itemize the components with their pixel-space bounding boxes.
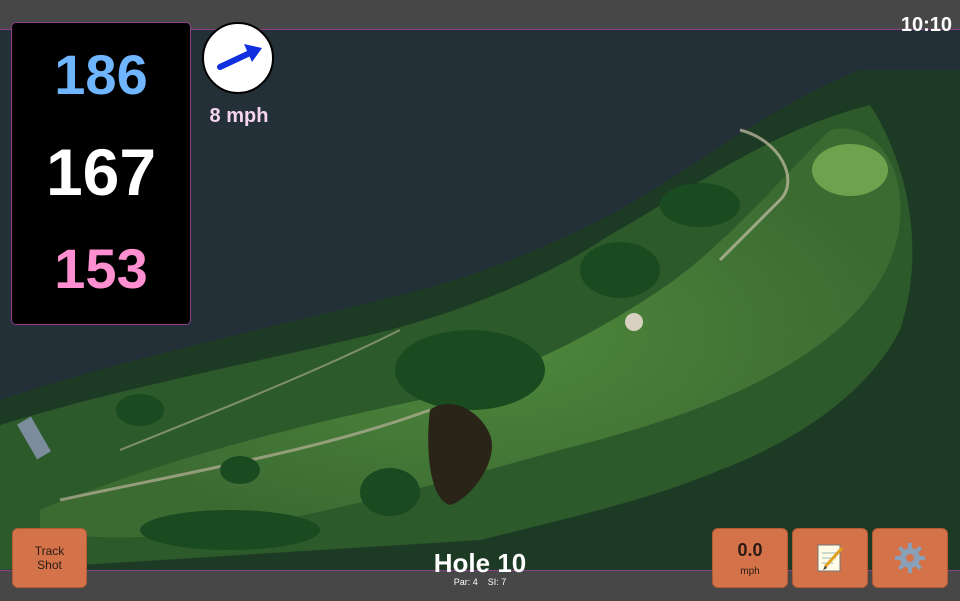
notes-button[interactable] <box>792 528 868 588</box>
wind-speed: 8 mph <box>209 105 269 127</box>
wind-arrow-icon <box>217 44 262 70</box>
speed-value: 0.0 <box>737 539 763 560</box>
par-label: Par: 4 <box>453 577 478 587</box>
front-distance: 153 <box>54 237 148 300</box>
si-label: SI: 7 <box>487 577 507 587</box>
speed-unit: mph <box>740 565 760 577</box>
hole-info: Par: 4 SI: 7 <box>380 577 580 587</box>
clock: 10:10 <box>900 14 952 36</box>
speed-button[interactable]: 0.0 mph <box>712 528 788 588</box>
back-distance: 186 <box>54 43 148 106</box>
track-shot-button[interactable]: Track Shot <box>12 528 87 588</box>
middle-distance: 167 <box>45 135 157 209</box>
hole-title: Hole 10 <box>433 548 527 578</box>
track-shot-label-line2: Shot <box>37 558 62 572</box>
track-shot-label-line1: Track <box>34 544 65 558</box>
wind-indicator <box>202 22 274 94</box>
notepad-icon <box>817 544 844 572</box>
settings-button[interactable] <box>872 528 948 588</box>
distance-panel: 186 167 153 <box>11 22 191 325</box>
gear-icon <box>895 543 925 573</box>
